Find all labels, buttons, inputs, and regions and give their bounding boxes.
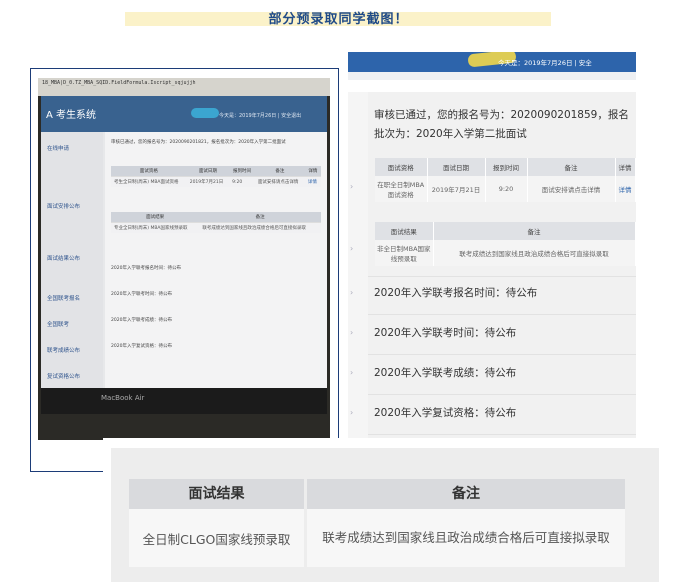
divider [368,354,636,355]
photo-notice: 审核已通过，您的报名号为：2020090201821，报名批次为：2020年入学… [111,140,286,145]
chevron-right-icon[interactable]: › [350,328,353,337]
zoom-header-remark: 备注 [307,479,625,509]
right-notice: 审核已通过，您的报名号为：2020090201859，报名批次为：2020年入学… [374,109,629,140]
photo-td: 考生全日制(周末) MBA面试资格 [111,176,187,187]
right-td: 联考成绩达到国家线且政治成绩合格后可直接拟录取 [433,240,636,266]
right-detail-link[interactable]: 详情 [615,176,636,202]
chevron-right-icon[interactable]: › [350,182,353,191]
zoom-panel: 面试结果 备注 全日制CLGO国家线预录取 联考成绩达到国家线且政治成绩合格后可… [103,438,677,585]
right-th: 备注 [433,222,636,240]
monitor-brand-label: MacBook Air [101,394,145,402]
right-line-signup: 2020年入学联考报名时间：待公布 [374,287,538,299]
right-td: 非全日制MBA国家线预录取 [375,240,434,266]
photo-user-redaction [191,108,219,118]
right-th: 面试日期 [427,158,486,176]
photo-td: 专业全日制(周末) MBA国家线预录取 [111,222,200,233]
photo-result-table: 面试结果 备注 专业全日制(周末) MBA国家线预录取 联考成绩达到国家线且政治… [111,212,321,233]
right-sidebar: › › › › › › [348,92,368,440]
photo-line: 2020年入学联考报名时间：待公布 [111,266,181,271]
photo-interview-table: 面试资格 面试日期 报到时间 备注 详情 考生全日制(周末) MBA面试资格 2… [111,166,321,187]
photo-system-title: A 考生系统 [46,110,97,121]
right-header-stripe [348,72,636,80]
photo-sidebar-item-interview-result[interactable]: 面试结果公布 [47,254,103,262]
photo-sidebar-item-exam-score[interactable]: 联考成绩公布 [47,346,103,354]
right-line-retest: 2020年入学复试资格：待公布 [374,407,517,419]
chevron-right-icon[interactable]: › [350,408,353,417]
photo-th: 详情 [304,166,321,177]
photo-th: 面试资格 [111,166,187,177]
photo-sidebar-item-exam-signup[interactable]: 全国联考报名 [47,294,103,302]
right-th: 详情 [615,158,636,176]
zoom-header-result: 面试结果 [129,479,304,509]
photo-line: 2020年入学复试资格：待公布 [111,344,172,349]
photo-system-header: A 考生系统 今天是：2019年7月26日 | 安全退出 [41,96,327,132]
photo-sidebar-item-retest[interactable]: 复试资格公布 [47,372,103,380]
chevron-right-icon[interactable]: › [350,244,353,253]
zoom-cell-remark: 联考成绩达到国家线且政治成绩合格后可直接拟录取 [307,509,625,567]
photo-line: 2020年入学联考成绩：待公布 [111,318,172,323]
photo-td: 联考成绩达到国家线且政治成绩合格后可直接拟录取 [199,222,321,233]
zoom-cell-result: 全日制CLGO国家线预录取 [129,509,304,567]
divider [368,394,636,395]
photo-td: 9:20 [229,176,255,187]
right-main: 审核已通过，您的报名号为：2020090201859，报名批次为：2020年入学… [368,92,636,440]
right-td: 面试安排请点击详情 [527,176,616,202]
right-td: 在职全日制MBA面试资格 [375,176,428,202]
divider [368,276,636,277]
photo-th: 报到时间 [229,166,255,177]
right-header-bar: 今天是：2019年7月26日 | 安全 [348,52,636,72]
photo-user-info: 今天是：2019年7月26日 | 安全退出 [219,113,302,119]
chevron-right-icon[interactable]: › [350,288,353,297]
photo-line: 2020年入学联考时间：待公布 [111,292,172,297]
photo-sidebar-item-apply[interactable]: 在线申请 [47,144,103,152]
right-td: 2019年7月21日 [427,176,486,202]
monitor-photo: 18_MBA|D_0.TZ_MBA_SQID.FieldFormula.Iscr… [38,78,330,440]
photo-th: 面试结果 [111,212,200,223]
right-th: 面试资格 [375,158,428,176]
zoom-panel-inner: 面试结果 备注 全日制CLGO国家线预录取 联考成绩达到国家线且政治成绩合格后可… [111,448,659,582]
photo-detail-link[interactable]: 详情 [304,176,321,187]
right-th: 报到时间 [485,158,528,176]
right-screenshot: 今天是：2019年7月26日 | 安全 › › › › › › 审核已通过，您的… [348,52,636,440]
divider [368,314,636,315]
right-result-table: 面试结果 备注 非全日制MBA国家线预录取 联考成绩达到国家线且政治成绩合格后可… [375,222,636,266]
photo-td: 面试安排请点击详情 [254,176,305,187]
photo-sidebar: 在线申请 面试安排公布 面试结果公布 全国联考报名 全国联考 联考成绩公布 复试… [41,132,103,414]
page-title: 部分预录取同学截图！ [268,12,409,27]
photo-th: 备注 [199,212,321,223]
photo-th: 面试日期 [186,166,230,177]
photo-sidebar-item-interview-schedule[interactable]: 面试安排公布 [47,202,103,210]
right-line-exam-time: 2020年入学联考时间：待公布 [374,327,517,339]
chevron-right-icon[interactable]: › [350,368,353,377]
right-interview-table: 面试资格 面试日期 报到时间 备注 详情 在职全日制MBA面试资格 2019年7… [375,158,636,202]
right-td: 9:20 [485,176,528,202]
right-header-date: 今天是：2019年7月26日 | 安全 [498,59,592,67]
browser-tab-bar: 18_MBA|D_0.TZ_MBA_SQID.FieldFormula.Iscr… [38,78,330,96]
photo-td: 2019年7月21日 [186,176,230,187]
right-line-exam-score: 2020年入学联考成绩：待公布 [374,367,517,379]
divider [368,434,636,435]
photo-th: 备注 [254,166,305,177]
right-th: 面试结果 [375,222,434,240]
photo-sidebar-item-exam[interactable]: 全国联考 [47,320,103,328]
photo-screen: A 考生系统 今天是：2019年7月26日 | 安全退出 在线申请 面试安排公布… [41,96,327,414]
photo-main: 审核已通过，您的报名号为：2020090201821，报名批次为：2020年入学… [105,132,327,414]
right-th: 备注 [527,158,616,176]
photo-monitor-bezel: MacBook Air [41,388,327,414]
